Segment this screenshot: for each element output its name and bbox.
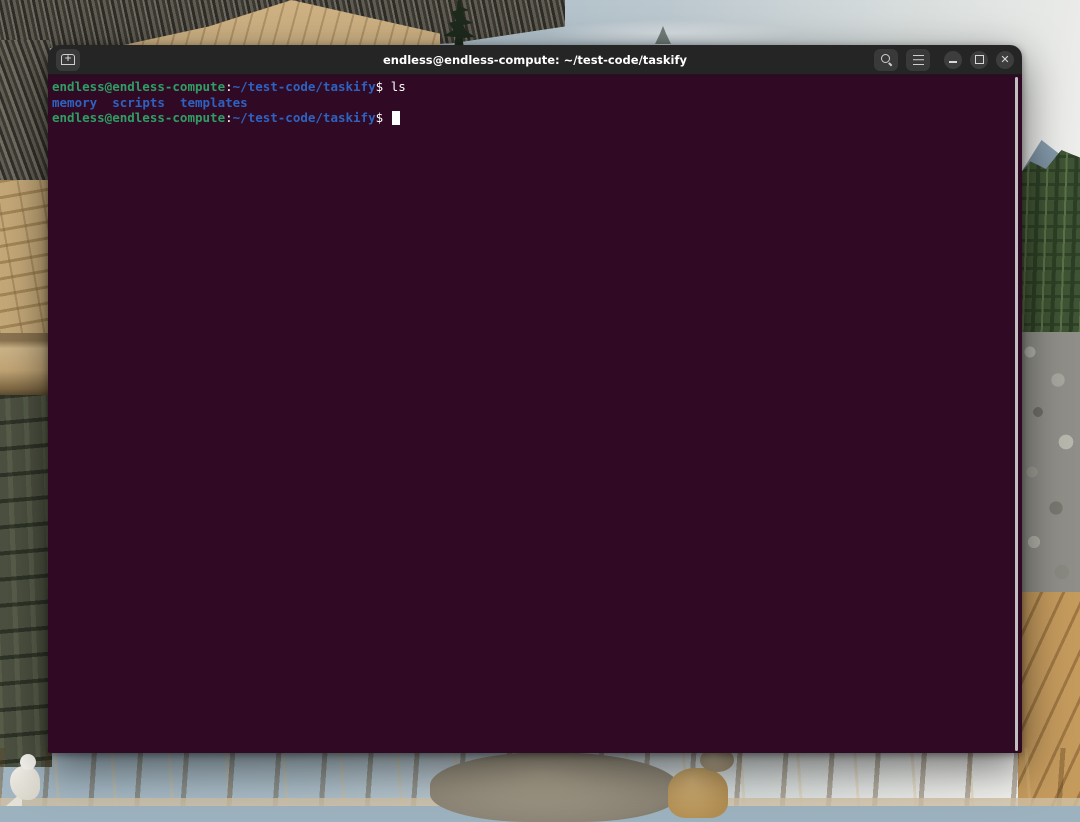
- terminal-line: endless@endless-compute:~/test-code/task…: [52, 110, 1018, 126]
- titlebar[interactable]: endless@endless-compute: ~/test-code/tas…: [48, 45, 1022, 75]
- bird-body: [10, 766, 40, 800]
- wallpaper-log-beam: [0, 333, 52, 395]
- terminal-window: endless@endless-compute: ~/test-code/tas…: [48, 45, 1022, 753]
- terminal-output: endless@endless-compute:~/test-code/task…: [52, 79, 1018, 126]
- terminal-text-segment: [97, 95, 112, 110]
- terminal-text-segment: :: [225, 110, 233, 125]
- terminal-text-segment: templates: [180, 95, 248, 110]
- maximize-button[interactable]: [970, 51, 988, 69]
- terminal-text-segment: $: [376, 110, 391, 125]
- terminal-text-segment: :: [225, 79, 233, 94]
- terminal-text-segment: memory: [52, 95, 97, 110]
- terminal-text-segment: scripts: [112, 95, 165, 110]
- terminal-text-segment: ~/test-code/taskify: [233, 79, 376, 94]
- close-icon: ✕: [1000, 54, 1009, 65]
- terminal-content[interactable]: endless@endless-compute:~/test-code/task…: [48, 75, 1022, 753]
- wallpaper-stone: [668, 768, 728, 818]
- terminal-text-segment: $: [376, 79, 391, 94]
- terminal-text-segment: endless@endless-compute: [52, 110, 225, 125]
- wallpaper-boulder: [430, 752, 680, 822]
- wallpaper-moss-shingles: [0, 395, 52, 767]
- maximize-icon: [975, 55, 984, 64]
- terminal-line: endless@endless-compute:~/test-code/task…: [52, 79, 1018, 95]
- terminal-text-segment: [165, 95, 180, 110]
- wallpaper-shingles: [0, 180, 52, 340]
- terminal-text-segment: endless@endless-compute: [52, 79, 225, 94]
- terminal-scrollbar[interactable]: [1015, 77, 1018, 751]
- search-button[interactable]: [874, 49, 898, 71]
- close-button[interactable]: ✕: [996, 51, 1014, 69]
- terminal-line: memory scripts templates: [52, 95, 1018, 111]
- bird-head: [20, 754, 36, 770]
- new-tab-icon: [61, 54, 75, 65]
- terminal-cursor: [392, 111, 400, 125]
- new-tab-button[interactable]: [56, 49, 80, 71]
- wallpaper-twigs-left: [0, 40, 50, 195]
- wallpaper-rock-slope: [1018, 332, 1080, 598]
- wallpaper-forest: [1018, 150, 1080, 340]
- minimize-icon: [949, 61, 957, 63]
- terminal-text-segment: ~/test-code/taskify: [233, 110, 376, 125]
- search-icon: [880, 53, 893, 66]
- minimize-button[interactable]: [944, 51, 962, 69]
- terminal-text-segment: ls: [391, 79, 406, 94]
- menu-button[interactable]: [906, 49, 930, 71]
- menu-icon: [913, 55, 924, 65]
- wallpaper-bird: [6, 752, 46, 806]
